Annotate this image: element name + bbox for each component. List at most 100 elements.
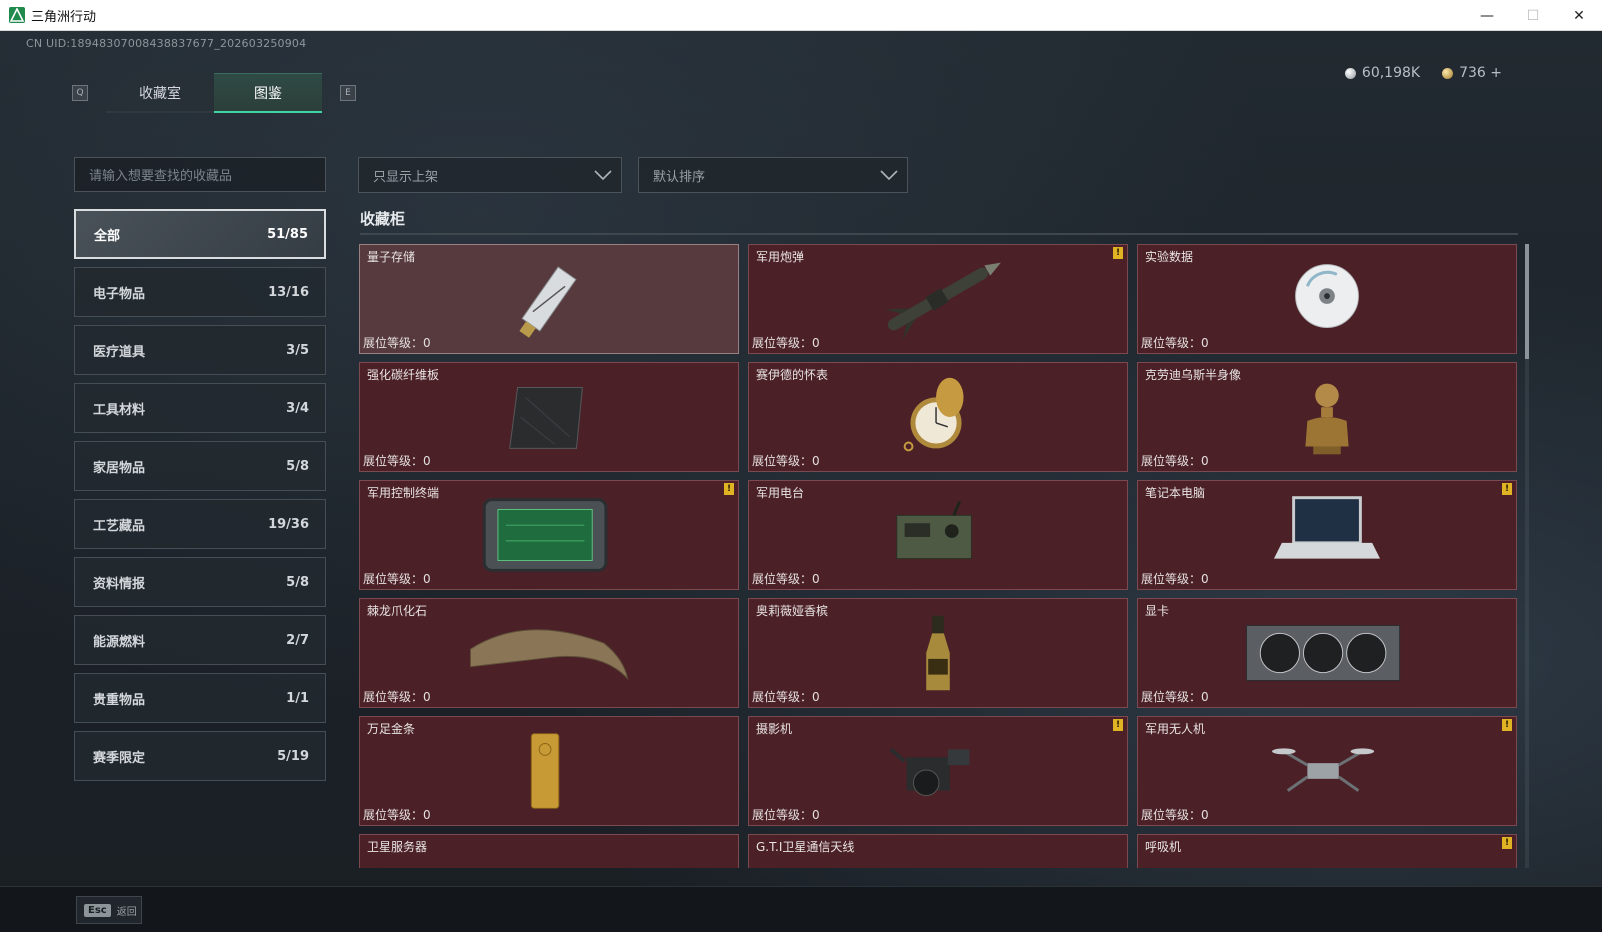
collection-item-card[interactable]: 卫星服务器展位等级：0	[359, 834, 739, 868]
category-label: 全部	[94, 228, 121, 244]
item-level-label: 展位等级：	[363, 336, 424, 350]
item-level-value: 0	[423, 808, 431, 822]
item-name: 棘龙爪化石	[367, 604, 428, 618]
search-input[interactable]: 请输入想要查找的收藏品	[74, 157, 326, 192]
collection-item-card[interactable]: 棘龙爪化石展位等级：0	[359, 598, 739, 708]
item-level-value: 0	[1201, 454, 1209, 468]
shelf-filter-dropdown[interactable]: 只显示上架	[358, 157, 622, 193]
collection-item-card[interactable]: 军用炮弹 展位等级：0!	[748, 244, 1128, 354]
chevron-down-icon	[880, 170, 898, 181]
category-household[interactable]: 家居物品 5/8	[74, 441, 326, 491]
item-level-label: 展位等级：	[363, 454, 424, 468]
collection-item-card[interactable]: G.T.I卫星通信天线展位等级：0	[748, 834, 1128, 868]
category-medical[interactable]: 医疗道具 3/5	[74, 325, 326, 375]
category-crafts[interactable]: 工艺藏品 19/36	[74, 499, 326, 549]
category-intel[interactable]: 资料情报 5/8	[74, 557, 326, 607]
alert-badge-icon: !	[1502, 719, 1512, 731]
tab-catalog[interactable]: 图鉴	[214, 73, 322, 113]
sort-dropdown[interactable]: 默认排序	[638, 157, 908, 193]
collection-grid: 量子存储 展位等级：0 军用炮弹 展位等级：0! 实验数据 展位等级：0 强化碳纤维板 展位等…	[359, 244, 1519, 868]
collection-item-card[interactable]: 军用控制终端 展位等级：0!	[359, 480, 739, 590]
collection-item-card[interactable]: 克劳迪乌斯半身像 展位等级：0	[1137, 362, 1517, 472]
category-electronics[interactable]: 电子物品 13/16	[74, 267, 326, 317]
minimize-button[interactable]: —	[1464, 0, 1510, 31]
item-level-label: 展位等级：	[752, 454, 813, 468]
tab-collection-room[interactable]: 收藏室	[106, 73, 214, 113]
item-level: 展位等级：0	[752, 570, 820, 587]
category-tools[interactable]: 工具材料 3/4	[74, 383, 326, 433]
item-level-value: 0	[812, 572, 820, 586]
key-hint-right: E	[340, 85, 356, 101]
scrollbar[interactable]	[1525, 244, 1529, 868]
item-level-label: 展位等级：	[752, 572, 813, 586]
item-level-value: 0	[812, 336, 820, 350]
gold-coin-icon	[1442, 67, 1454, 79]
collection-item-card[interactable]: 奥莉薇娅香槟 展位等级：0	[748, 598, 1128, 708]
category-count: 3/4	[286, 400, 309, 416]
back-label: 返回	[116, 906, 137, 918]
collection-item-card[interactable]: 赛伊德的怀表 展位等级：0	[748, 362, 1128, 472]
item-level-value: 0	[423, 572, 431, 586]
item-level: 展位等级：0	[1141, 688, 1209, 705]
back-button[interactable]: Esc 返回	[76, 896, 142, 924]
collection-item-card[interactable]: 军用无人机展位等级：0!	[1137, 716, 1517, 826]
item-level: 展位等级：0	[1141, 452, 1209, 469]
item-level: 展位等级：0	[1141, 806, 1209, 823]
collection-item-card[interactable]: 量子存储 展位等级：0	[359, 244, 739, 354]
item-level-label: 展位等级：	[1141, 690, 1202, 704]
item-name: 军用控制终端	[367, 486, 440, 500]
section-divider	[360, 233, 1518, 235]
item-level-label: 展位等级：	[363, 572, 424, 586]
item-level-value: 0	[423, 454, 431, 468]
item-name: 笔记本电脑	[1145, 486, 1206, 500]
item-name: 卫星服务器	[367, 840, 428, 854]
window-titlebar: 三角洲行动 — ☐ ✕	[0, 0, 1602, 31]
category-count: 5/8	[286, 458, 309, 474]
item-name: 军用炮弹	[756, 250, 805, 264]
shelf-filter-value: 只显示上架	[373, 169, 439, 185]
item-level-value: 0	[1201, 572, 1209, 586]
category-count: 51/85	[267, 226, 308, 242]
scrollbar-thumb[interactable]	[1525, 244, 1529, 359]
collection-item-card[interactable]: 强化碳纤维板 展位等级：0	[359, 362, 739, 472]
category-valuables[interactable]: 贵重物品 1/1	[74, 673, 326, 723]
item-level-label: 展位等级：	[1141, 572, 1202, 586]
alert-badge-icon: !	[1113, 719, 1123, 731]
key-hint-left: Q	[72, 85, 88, 101]
category-energy[interactable]: 能源燃料 2/7	[74, 615, 326, 665]
close-button[interactable]: ✕	[1556, 0, 1602, 31]
item-level-label: 展位等级：	[752, 690, 813, 704]
section-title: 收藏柜	[360, 210, 406, 228]
item-level-label: 展位等级：	[1141, 454, 1202, 468]
item-level: 展位等级：0	[363, 452, 431, 469]
item-level: 展位等级：0	[1141, 334, 1209, 351]
collection-item-card[interactable]: 呼吸机展位等级：0!	[1137, 834, 1517, 868]
alert-badge-icon: !	[1113, 247, 1123, 259]
category-count: 5/8	[286, 574, 309, 590]
item-name: 军用无人机	[1145, 722, 1206, 736]
item-level: 展位等级：0	[363, 334, 431, 351]
top-tabs: 收藏室 图鉴	[106, 73, 322, 113]
category-seasonal[interactable]: 赛季限定 5/19	[74, 731, 326, 781]
player-uid: CN UID:189483070084388376​77_20260325090…	[26, 37, 307, 50]
category-label: 工艺藏品	[93, 518, 146, 534]
item-name: 赛伊德的怀表	[756, 368, 829, 382]
collection-item-card[interactable]: 万足金条 展位等级：0	[359, 716, 739, 826]
collection-item-card[interactable]: 军用电台展位等级：0	[748, 480, 1128, 590]
category-label: 赛季限定	[93, 750, 146, 766]
game-viewport: CN UID:189483070084388376​77_20260325090…	[0, 31, 1602, 932]
category-count: 3/5	[286, 342, 309, 358]
alert-badge-icon: !	[1502, 483, 1512, 495]
silver-currency: 60,198K	[1344, 65, 1420, 81]
collection-item-card[interactable]: 实验数据 展位等级：0	[1137, 244, 1517, 354]
collection-item-card[interactable]: 显卡 展位等级：0	[1137, 598, 1517, 708]
category-all[interactable]: 全部 51/85	[74, 209, 326, 259]
collection-item-card[interactable]: 摄影机 展位等级：0!	[748, 716, 1128, 826]
item-level-value: 0	[812, 808, 820, 822]
maximize-button[interactable]: ☐	[1510, 0, 1556, 31]
gold-currency[interactable]: 736 +	[1442, 65, 1502, 81]
collection-item-card[interactable]: 笔记本电脑展位等级：0!	[1137, 480, 1517, 590]
item-name: 军用电台	[756, 486, 805, 500]
item-level: 展位等级：0	[363, 688, 431, 705]
item-level: 展位等级：0	[752, 806, 820, 823]
